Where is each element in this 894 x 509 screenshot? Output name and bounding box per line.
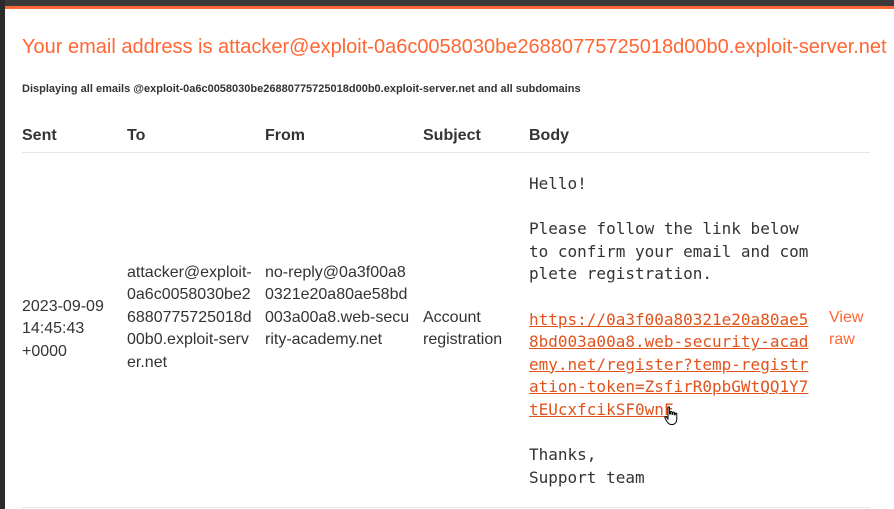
hand-pointer-cursor-icon: [664, 406, 678, 425]
sent-cell: 2023-09-09 14:45:43 +0000: [22, 298, 104, 360]
page-title: Your email address is attacker@exploit-0…: [22, 36, 887, 58]
confirm-registration-link[interactable]: https://0a3f00a80321e20a80ae58bd003a00a8…: [529, 310, 808, 419]
table-row-divider: [22, 507, 870, 508]
body-greeting: Hello!: [529, 174, 587, 193]
body-thanks: Thanks,: [529, 445, 597, 465]
column-header-subject: Subject: [423, 127, 481, 144]
column-header-sent: Sent: [22, 127, 57, 144]
column-header-body: Body: [529, 127, 569, 144]
body-instructions: Please follow the link below to confirm …: [529, 219, 809, 284]
body-signature: Support team: [529, 467, 645, 487]
table-header-divider: [22, 152, 870, 153]
from-cell: no-reply@0a3f00a80321e20a80ae58bd003a00a…: [265, 264, 410, 349]
subject-cell: Account registration: [423, 309, 503, 349]
window-edge: [0, 0, 5, 509]
view-raw-link[interactable]: View raw: [829, 307, 879, 352]
to-cell: attacker@exploit-0a6c0058030be2688077572…: [127, 264, 252, 371]
top-bar-accent: [5, 6, 894, 9]
top-bar: [5, 0, 894, 9]
column-header-to: To: [127, 127, 146, 144]
column-header-from: From: [265, 127, 305, 144]
page-subtitle: Displaying all emails @exploit-0a6c00580…: [22, 83, 581, 95]
body-cell: Hello! Please follow the link below to c…: [529, 173, 813, 489]
